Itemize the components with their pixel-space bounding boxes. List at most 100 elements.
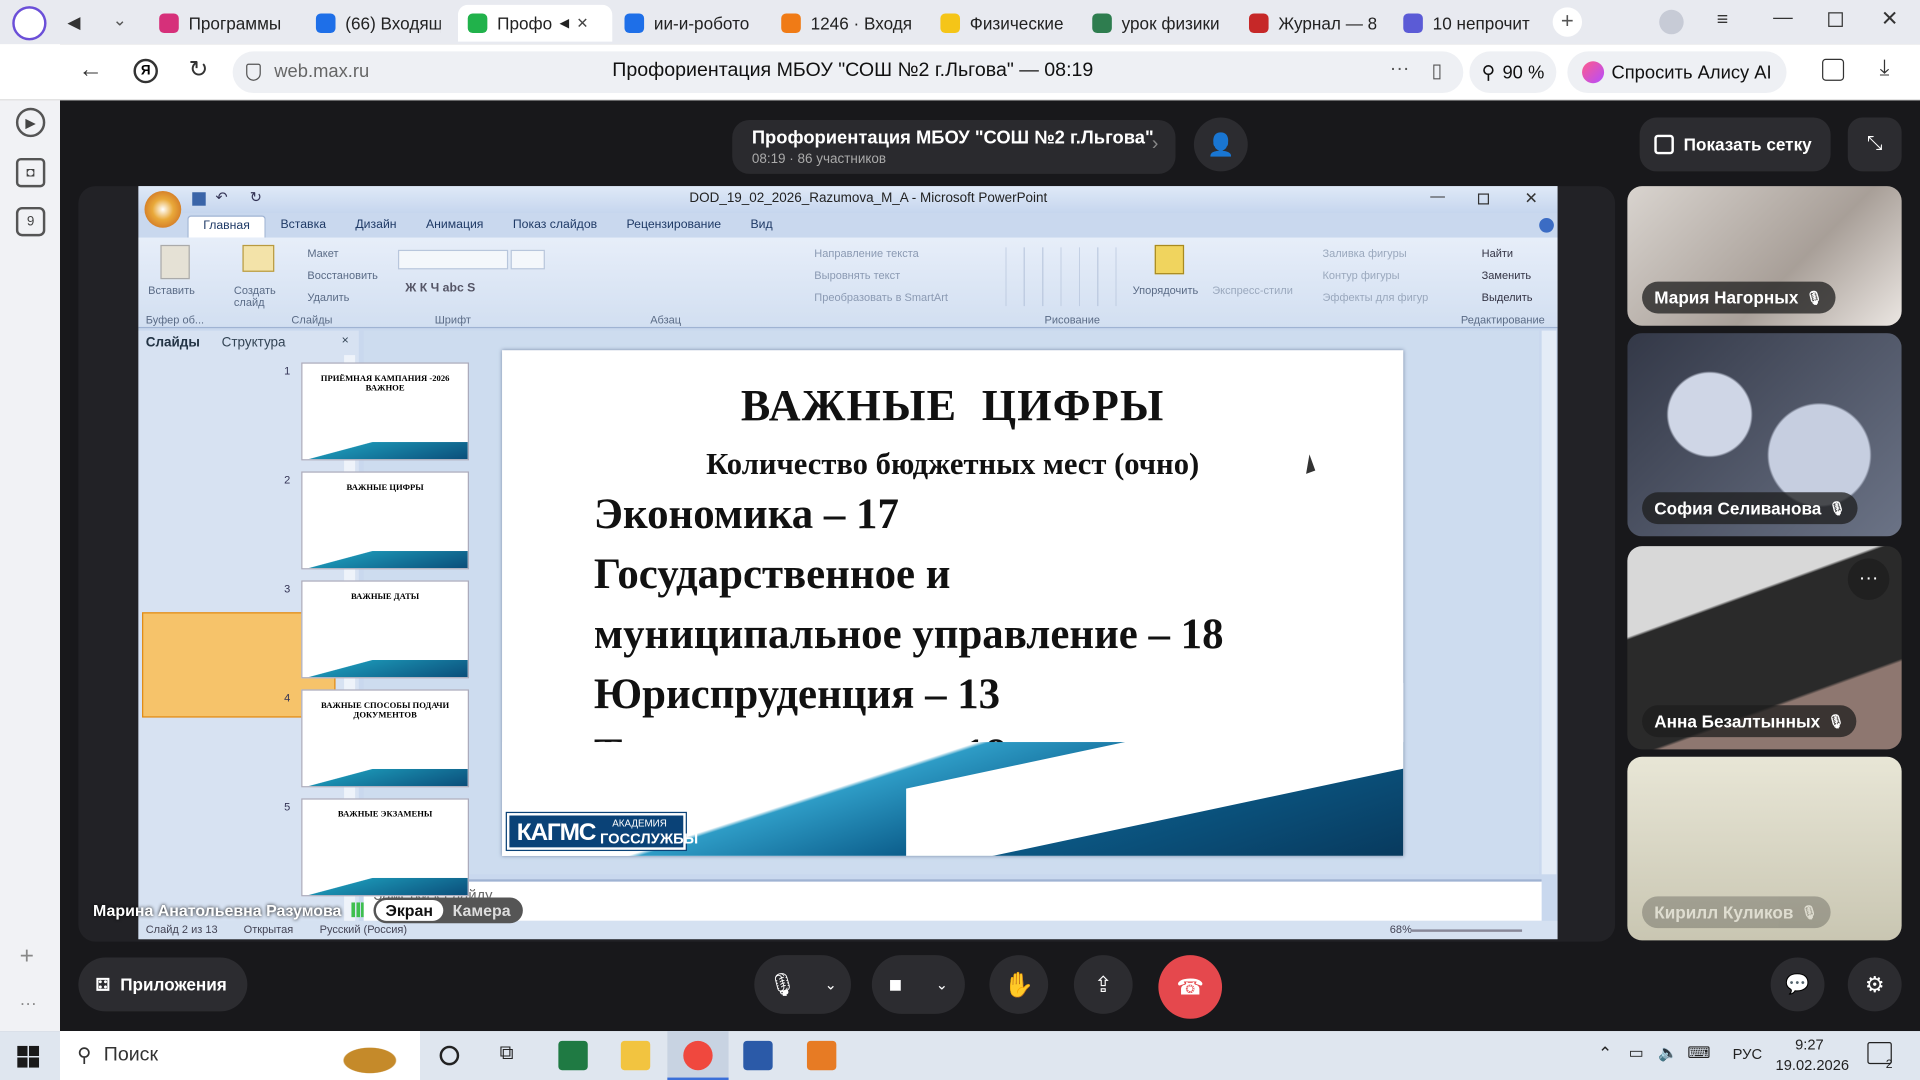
- shapes-gallery[interactable]: [988, 247, 1121, 307]
- browser-tab[interactable]: урок физики: [1082, 5, 1231, 42]
- network-icon[interactable]: ▭: [1629, 1043, 1644, 1063]
- participant-tile[interactable]: Кирилл Куликов 🎙: [1627, 756, 1902, 941]
- taskbar-search[interactable]: ⚲ Поиск: [60, 1031, 421, 1080]
- reload-icon[interactable]: ↻: [189, 56, 208, 84]
- camera-button[interactable]: ■ ⌄: [871, 955, 965, 1014]
- screen-tab[interactable]: Экран: [375, 899, 443, 921]
- participant-tile[interactable]: Мария Нагорных 🎙: [1627, 186, 1902, 326]
- bold-icon[interactable]: Ж К Ч abc S: [405, 282, 475, 295]
- browser-tab[interactable]: Программы: [149, 5, 298, 42]
- tab-close-icon[interactable]: ✕: [576, 15, 588, 32]
- camera-icon[interactable]: ◘: [15, 157, 46, 188]
- volume-icon[interactable]: 🔈: [1658, 1043, 1678, 1063]
- cortana-icon[interactable]: [439, 1045, 460, 1066]
- browser-tab[interactable]: ии-и-робото: [615, 5, 764, 42]
- apps-button[interactable]: ⚃ Приложения: [78, 957, 248, 1012]
- paste-icon[interactable]: [160, 244, 190, 280]
- alice-button[interactable]: Спросить Алису AI: [1567, 51, 1787, 94]
- task-view-icon[interactable]: ⧉: [500, 1043, 514, 1065]
- settings-button[interactable]: ⚙: [1847, 957, 1902, 1012]
- tray-chevron-icon[interactable]: ⌃: [1598, 1043, 1612, 1064]
- meeting-title-pill[interactable]: Профориентация МБОУ "СОШ №2 г.Льгова" 08…: [732, 120, 1176, 174]
- slide-scrollbar[interactable]: [1541, 330, 1557, 875]
- tab-audio-icon[interactable]: ◀: [560, 17, 569, 30]
- replace-label[interactable]: Заменить: [1482, 269, 1532, 281]
- slide-thumbnail[interactable]: ВАЖНЫЕ ЭКЗАМЕНЫ: [301, 798, 469, 897]
- restore-icon[interactable]: [1828, 12, 1843, 27]
- badge-icon[interactable]: 9: [15, 206, 46, 237]
- ppt-tab[interactable]: Главная: [187, 215, 266, 238]
- fill-label[interactable]: Заливка фигуры: [1322, 247, 1406, 259]
- align-text-label[interactable]: Выровнять текст: [814, 269, 900, 281]
- ppt-minimize-icon[interactable]: —: [1430, 187, 1445, 204]
- participant-tile[interactable]: София Селиванова 🎙: [1627, 333, 1902, 537]
- ppt-tab[interactable]: Показ слайдов: [498, 216, 612, 238]
- text-direction-label[interactable]: Направление текста: [814, 247, 918, 259]
- layout-label[interactable]: Макет: [307, 247, 338, 259]
- slide-thumbnail[interactable]: ВАЖНЫЕ ЦИФРЫ: [301, 471, 469, 570]
- profile-avatar[interactable]: [1659, 9, 1684, 35]
- minimize-icon[interactable]: —: [1773, 7, 1793, 29]
- zoom-indicator[interactable]: ⚲ 90 %: [1469, 51, 1557, 94]
- more-icon[interactable]: ···: [20, 993, 37, 1013]
- browser-tab[interactable]: Журнал — 8: [1239, 5, 1386, 42]
- select-label[interactable]: Выделить: [1482, 291, 1533, 303]
- explorer-icon[interactable]: [620, 1040, 651, 1071]
- browser-tab[interactable]: (66) Входящи: [306, 5, 450, 42]
- font-size-box[interactable]: [510, 249, 545, 270]
- new-tab-icon[interactable]: +: [1552, 7, 1583, 37]
- smartart-label[interactable]: Преобразовать в SmartArt: [814, 291, 948, 303]
- mic-button[interactable]: 🎙 ⌄: [754, 955, 852, 1014]
- chevron-down-icon[interactable]: ⌄: [936, 976, 948, 993]
- ppt-tab[interactable]: Вставка: [266, 216, 341, 238]
- undo-icon[interactable]: ↶: [216, 189, 228, 206]
- arrange-icon[interactable]: [1154, 244, 1185, 275]
- add-participant-button[interactable]: 👤: [1193, 117, 1248, 172]
- delete-label[interactable]: Удалить: [307, 291, 349, 303]
- chat-button[interactable]: 💬: [1770, 957, 1825, 1012]
- structure-tab[interactable]: Структура: [222, 336, 286, 351]
- browser-tab[interactable]: Физические: [931, 5, 1075, 42]
- windows-start-icon[interactable]: [17, 1045, 40, 1068]
- office-button-icon[interactable]: [144, 191, 182, 228]
- yandex-icon[interactable]: Я: [133, 58, 158, 84]
- excel-icon[interactable]: [558, 1040, 588, 1071]
- close-window-icon[interactable]: ✕: [1881, 7, 1898, 31]
- share-screen-button[interactable]: ⇪: [1073, 955, 1133, 1014]
- browser-tab[interactable]: 1246 · Входя: [771, 5, 923, 42]
- browser-tab[interactable]: Профо ◀ ✕: [457, 4, 613, 42]
- end-call-button[interactable]: ☎: [1158, 955, 1223, 1019]
- new-slide-icon[interactable]: [242, 244, 275, 272]
- collections-icon[interactable]: [1822, 58, 1845, 81]
- camera-tab[interactable]: Камера: [443, 899, 521, 920]
- ppt-close-icon[interactable]: ✕: [1525, 189, 1538, 209]
- font-name-box[interactable]: [397, 249, 509, 270]
- effects-label[interactable]: Эффекты для фигур: [1322, 291, 1428, 303]
- collapse-icon[interactable]: ⤡: [1847, 117, 1902, 172]
- bookmarks-icon[interactable]: ≡: [1717, 10, 1728, 32]
- more-options-icon[interactable]: ···: [1390, 59, 1410, 81]
- sound-icon[interactable]: ◀: [67, 12, 80, 33]
- notes-app-icon[interactable]: [806, 1040, 837, 1071]
- ppt-tab[interactable]: Анимация: [411, 216, 498, 238]
- ppt-tab[interactable]: Рецензирование: [612, 216, 736, 238]
- add-panel-icon[interactable]: +: [20, 943, 34, 971]
- yandex-browser-taskbar[interactable]: [667, 1031, 729, 1080]
- browser-logo-icon[interactable]: [12, 6, 47, 41]
- clock-date[interactable]: 19.02.2026: [1776, 1057, 1850, 1074]
- browser-tab[interactable]: 10 непрочит: [1393, 5, 1545, 42]
- url-field[interactable]: web.max.ru Профориентация МБОУ "СОШ №2 г…: [232, 51, 1464, 94]
- bookmark-icon[interactable]: ▯: [1431, 59, 1442, 83]
- more-options-icon[interactable]: ···: [1847, 558, 1890, 601]
- slide-thumbnail[interactable]: ВАЖНЫЕ СПОСОБЫ ПОДАЧИ ДОКУМЕНТОВ: [301, 689, 469, 788]
- raise-hand-button[interactable]: ✋: [989, 955, 1049, 1014]
- download-icon[interactable]: ⤓: [1880, 55, 1890, 81]
- redo-icon[interactable]: ↻: [250, 189, 262, 206]
- save-icon[interactable]: [192, 192, 206, 206]
- ppt-tab[interactable]: Дизайн: [341, 216, 412, 238]
- reset-label[interactable]: Восстановить: [307, 269, 378, 281]
- notes-pane[interactable]: Заметки к слайду: [363, 879, 1542, 921]
- ppt-restore-icon[interactable]: [1477, 193, 1489, 205]
- back-icon[interactable]: ←: [78, 56, 102, 84]
- keyboard-icon[interactable]: ⌨: [1687, 1043, 1710, 1063]
